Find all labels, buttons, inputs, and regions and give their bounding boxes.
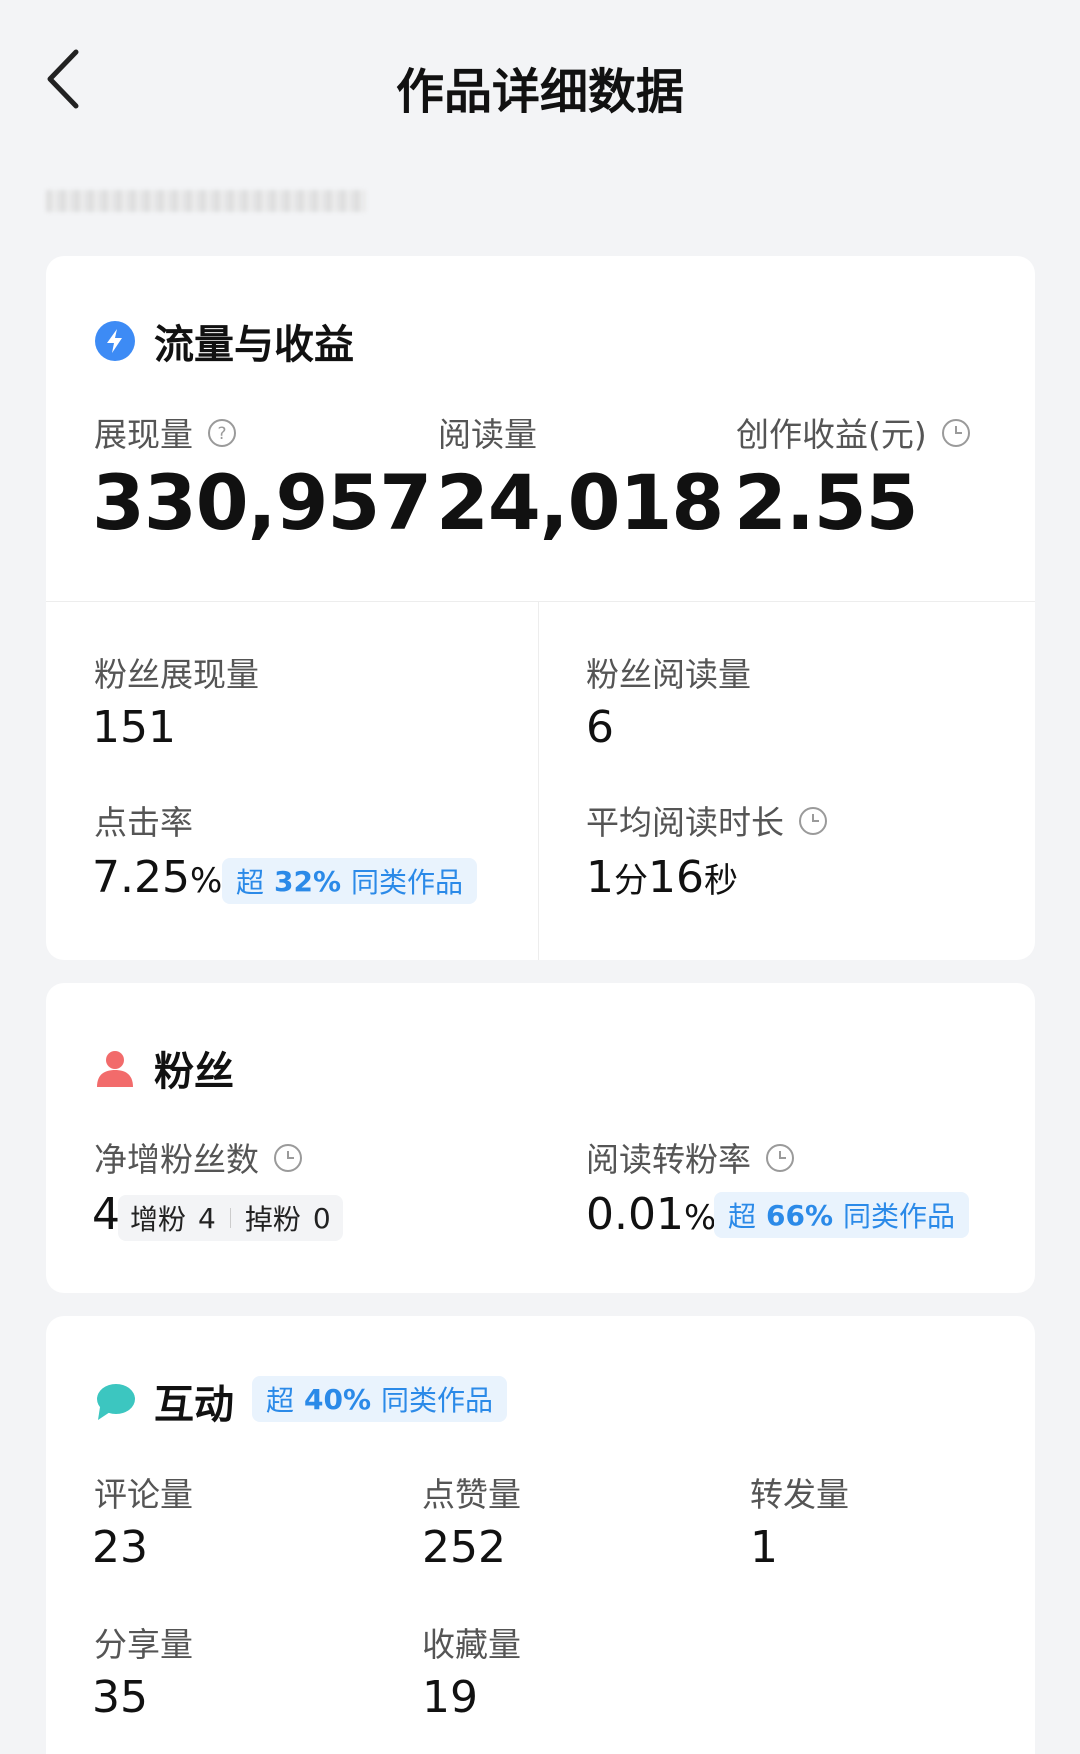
reads-label: 阅读量	[438, 415, 537, 454]
divider	[46, 601, 1035, 602]
earnings-label: 创作收益(元)	[736, 408, 971, 456]
interaction-card: 互动 超 40% 同类作品 评论量 23 点赞量 252 转发量 1 分享量 35 …	[46, 1316, 1035, 1754]
conversion-value: 0.01%	[586, 1189, 717, 1240]
ctr-badge: 超 32% 同类作品	[222, 858, 478, 904]
reposts-value: 1	[750, 1522, 778, 1573]
person-icon	[97, 1051, 133, 1087]
interaction-section-header: 互动	[94, 1372, 234, 1430]
shares-label: 分享量	[94, 1625, 193, 1664]
reposts-label: 转发量	[750, 1475, 849, 1514]
clock-icon[interactable]	[765, 1142, 795, 1172]
ctr-value: 7.25%	[92, 852, 223, 903]
lightning-icon	[95, 321, 135, 361]
likes-value: 252	[422, 1522, 506, 1573]
fans-card: 粉丝 净增粉丝数 4 增粉 4 掉粉 0 阅读转粉率 0.01% 超 66% 同类作品	[46, 983, 1035, 1293]
conversion-label: 阅读转粉率	[586, 1133, 795, 1181]
clock-icon[interactable]	[941, 417, 971, 447]
reads-value: 24,018	[436, 458, 724, 547]
fan-reads-value: 6	[586, 702, 614, 753]
svg-text:?: ?	[217, 424, 226, 444]
fans-section-header: 粉丝	[94, 1039, 234, 1097]
fan-change-box: 增粉 4 掉粉 0	[118, 1195, 343, 1241]
clock-icon[interactable]	[798, 805, 828, 835]
fan-impressions-value: 151	[92, 702, 176, 753]
shares-value: 35	[92, 1672, 148, 1723]
traffic-section-title: 流量与收益	[154, 322, 354, 368]
interaction-section-title: 互动	[154, 1382, 234, 1428]
blurred-article-title	[46, 190, 366, 212]
page-title: 作品详细数据	[395, 64, 684, 120]
comments-value: 23	[92, 1522, 148, 1573]
net-gain-label: 净增粉丝数	[94, 1133, 303, 1181]
avg-read-time-label: 平均阅读时长	[586, 796, 828, 844]
impressions-value: 330,957	[92, 458, 432, 547]
conversion-badge: 超 66% 同类作品	[714, 1192, 970, 1238]
top-bar: 作品详细数据	[0, 0, 1080, 160]
favorites-value: 19	[422, 1672, 478, 1723]
likes-label: 点赞量	[422, 1475, 521, 1514]
question-icon[interactable]: ?	[207, 417, 237, 447]
impressions-label: 展现量 ?	[94, 408, 237, 456]
avg-read-time-value: 1分16秒	[586, 852, 738, 903]
ctr-label: 点击率	[94, 803, 193, 842]
comments-label: 评论量	[94, 1475, 193, 1514]
fans-section-title: 粉丝	[154, 1049, 234, 1095]
chat-bubble-icon	[97, 1384, 135, 1420]
fan-impressions-label: 粉丝展现量	[94, 655, 259, 694]
interaction-badge: 超 40% 同类作品	[252, 1376, 508, 1422]
clock-icon[interactable]	[273, 1142, 303, 1172]
earnings-value: 2.55	[734, 458, 919, 547]
favorites-label: 收藏量	[422, 1625, 521, 1664]
fan-reads-label: 粉丝阅读量	[586, 655, 751, 694]
traffic-section-header: 流量与收益	[94, 312, 354, 370]
traffic-earnings-card: 流量与收益 展现量 ? 330,957 阅读量 24,018 创作收益(元) 2…	[46, 256, 1035, 960]
net-gain-value: 4	[92, 1189, 120, 1240]
divider	[538, 602, 539, 960]
